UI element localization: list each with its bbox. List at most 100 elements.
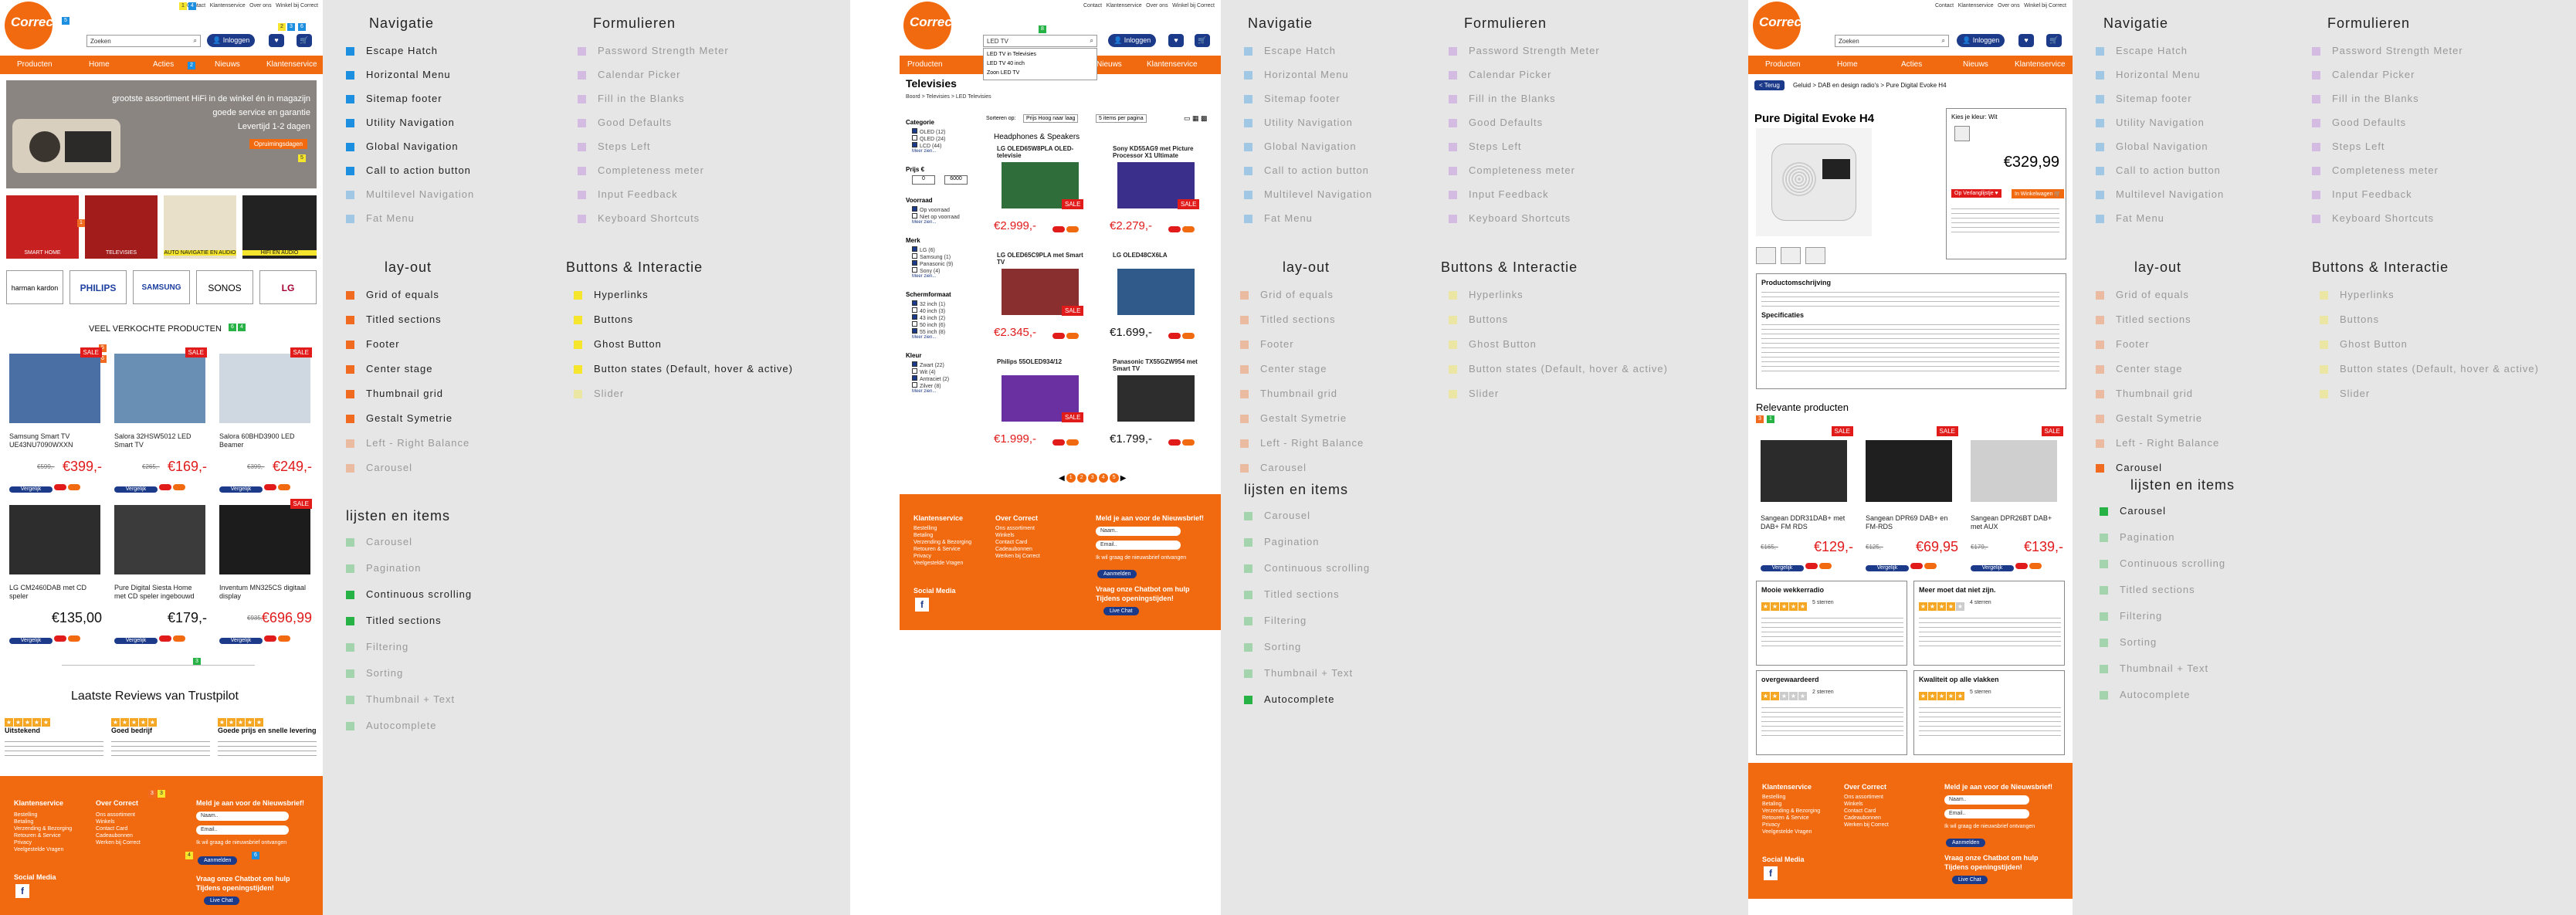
filter-option[interactable]: LG (6) <box>912 246 935 253</box>
filter-option[interactable]: 43 inch (2) <box>912 314 945 321</box>
cart-pill[interactable] <box>173 635 185 642</box>
filter-checkbox[interactable] <box>912 128 917 134</box>
nav-acties[interactable]: Acties <box>1901 60 1922 69</box>
product-card[interactable]: LG CM2460DAB met CD speler €135,00 Vergeli… <box>6 499 107 646</box>
product-name[interactable]: LG OLED65W8PLA OLED-televisie <box>997 145 1090 159</box>
cart-pill[interactable] <box>1819 563 1832 569</box>
wishlist-button[interactable]: ♥ <box>269 34 284 47</box>
brand-logo[interactable]: SAMSUNG <box>133 270 190 304</box>
product-card[interactable]: SALE Sangean DDR31DAB+ met DAB+ FM RDS €16… <box>1756 426 1856 571</box>
filter-option[interactable]: Panasonic (9) <box>912 260 953 267</box>
page-button[interactable]: 3 <box>1087 473 1097 483</box>
filter-option[interactable]: 40 inch (3) <box>912 307 945 314</box>
footer-link[interactable]: Veelgestelde Vragen <box>913 560 971 567</box>
page-button[interactable]: 2 <box>1076 473 1086 483</box>
logo[interactable]: Correct <box>1753 2 1805 49</box>
filter-checkbox[interactable] <box>912 267 917 273</box>
filter-checkbox[interactable] <box>912 375 917 381</box>
footer-link[interactable]: Retouren & Service <box>913 546 971 553</box>
filter-option[interactable]: Samsung (1) <box>912 253 951 260</box>
util-link[interactable]: Contact <box>1935 3 1954 8</box>
footer-link[interactable]: Veelgestelde Vragen <box>14 846 72 853</box>
brand-logo[interactable]: PHILIPS <box>69 270 127 304</box>
more-link[interactable]: Meer zien... <box>912 335 936 340</box>
footer-link[interactable]: Contact Card <box>1844 808 1889 815</box>
product-name[interactable]: Pure Digital Siesta Home met CD speler i… <box>114 584 205 601</box>
product-card[interactable]: SALE Inventum MN325CS digitaal display €93… <box>216 499 317 646</box>
search-input[interactable]: LED TV ⌕ <box>983 35 1097 47</box>
filter-option[interactable]: LCD (44) <box>912 142 941 149</box>
product-card[interactable]: LG OLED65W8PLA OLED-televisie SALE €2.999,… <box>986 144 1094 246</box>
consent-checkbox[interactable]: Ik wil graag de nieuwsbrief ontvangen <box>196 839 286 846</box>
wishlist-pill[interactable] <box>1168 439 1181 446</box>
product-name[interactable]: Sangean DPR69 DAB+ en FM-RDS <box>1866 514 1957 531</box>
subscribe-button[interactable]: Aanmelden <box>198 856 238 865</box>
filter-option[interactable]: 32 inch (1) <box>912 300 945 307</box>
compare-button[interactable]: Vergelijk <box>114 638 158 644</box>
per-page-select[interactable]: 5 items per pagina <box>1096 114 1147 123</box>
email-field[interactable]: Email.. <box>1096 541 1181 550</box>
cart-pill[interactable] <box>1182 226 1195 232</box>
footer-link[interactable]: Betaling <box>14 818 72 825</box>
footer-link[interactable]: Retouren & Service <box>1762 815 1820 822</box>
product-card[interactable]: Pure Digital Siesta Home met CD speler i… <box>111 499 212 646</box>
wishlist-pill[interactable] <box>159 484 171 490</box>
footer-link[interactable]: Verzending & Bezorging <box>913 539 971 546</box>
footer-link[interactable]: Ons assortiment <box>1844 794 1889 801</box>
wishlist-pill[interactable] <box>1805 563 1818 569</box>
name-field[interactable]: Naam.. <box>196 812 289 821</box>
filter-option[interactable]: Zilver (8) <box>912 382 941 389</box>
nav-producten[interactable]: Producten <box>907 60 943 69</box>
cart-pill[interactable] <box>2029 563 2042 569</box>
compare-button[interactable]: Vergelijk <box>114 486 158 493</box>
cart-pill[interactable] <box>1066 333 1079 339</box>
footer-link[interactable]: Winkels <box>995 532 1040 539</box>
more-link[interactable]: Meer zien... <box>912 389 936 394</box>
cart-pill[interactable] <box>1066 226 1079 232</box>
wishlist-pill[interactable] <box>1052 226 1065 232</box>
cart-pill[interactable] <box>278 484 290 490</box>
filter-option[interactable]: 50 inch (6) <box>912 321 945 328</box>
hero-banner[interactable]: grootste assortiment HiFi in de winkel é… <box>6 80 317 188</box>
search-input[interactable]: Zoeken ⌕ <box>1835 35 1949 47</box>
product-name[interactable]: Panasonic TX55GZW954 met Smart TV <box>1113 358 1205 372</box>
login-button[interactable]: 👤 Inloggen <box>1108 34 1157 47</box>
brand-logo[interactable]: LG <box>259 270 317 304</box>
next-page-icon[interactable]: ▶ <box>1120 474 1127 483</box>
facebook-icon[interactable]: f <box>15 884 29 898</box>
wishlist-button[interactable]: ♥ <box>2018 34 2034 47</box>
footer-link[interactable]: Cadeaubonnen <box>995 546 1040 553</box>
product-name[interactable]: LG OLED65C9PLA met Smart TV <box>997 252 1090 266</box>
page-button[interactable]: 1 <box>1066 473 1076 483</box>
autocomplete-option[interactable]: Zoon LED TV <box>987 69 1093 78</box>
nav-home[interactable]: Home <box>1837 60 1858 69</box>
cart-button[interactable]: 🛒 <box>1195 34 1210 47</box>
compare-button[interactable]: Vergelijk <box>1971 565 2014 571</box>
util-link[interactable]: Over ons <box>1146 3 1168 8</box>
footer-link[interactable]: Contact Card <box>995 539 1040 546</box>
filter-option[interactable]: Op voorraad <box>912 206 950 213</box>
facebook-icon[interactable]: f <box>1764 866 1778 880</box>
product-name[interactable]: Inventum MN325CS digitaal display <box>219 584 310 601</box>
filter-checkbox[interactable] <box>912 314 917 320</box>
filter-checkbox[interactable] <box>912 206 917 212</box>
footer-link[interactable]: Cadeaubonnen <box>1844 815 1889 822</box>
subscribe-button[interactable]: Aanmelden <box>1097 570 1137 578</box>
price-max-input[interactable]: 6000 <box>944 175 968 185</box>
compare-button[interactable]: Vergelijk <box>9 638 53 644</box>
product-card[interactable]: Sony KD55AG9 met Picture Processor X1 Ul… <box>1102 144 1210 246</box>
live-chat-button[interactable]: Live Chat <box>1103 607 1139 615</box>
util-link[interactable]: Winkel bij Correct <box>1172 3 1215 8</box>
compare-button[interactable]: Vergelijk <box>9 486 53 493</box>
compare-button[interactable]: Vergelijk <box>219 486 263 493</box>
wishlist-pill[interactable] <box>1168 333 1181 339</box>
footer-link[interactable]: Verzending & Bezorging <box>14 825 72 832</box>
filter-option[interactable]: Zwart (22) <box>912 361 944 368</box>
filter-checkbox[interactable] <box>912 321 917 327</box>
color-swatch[interactable] <box>1954 126 1970 141</box>
nav-nieuws[interactable]: Nieuws <box>215 60 240 69</box>
product-name[interactable]: Salora 32HSW5012 LED Smart TV <box>114 432 205 449</box>
util-link[interactable]: Over ons <box>1998 3 2019 8</box>
footer-link[interactable]: Werken bij Correct <box>995 553 1040 560</box>
add-to-cart-button[interactable]: In Winkelwagen 🛒 <box>2012 189 2065 198</box>
